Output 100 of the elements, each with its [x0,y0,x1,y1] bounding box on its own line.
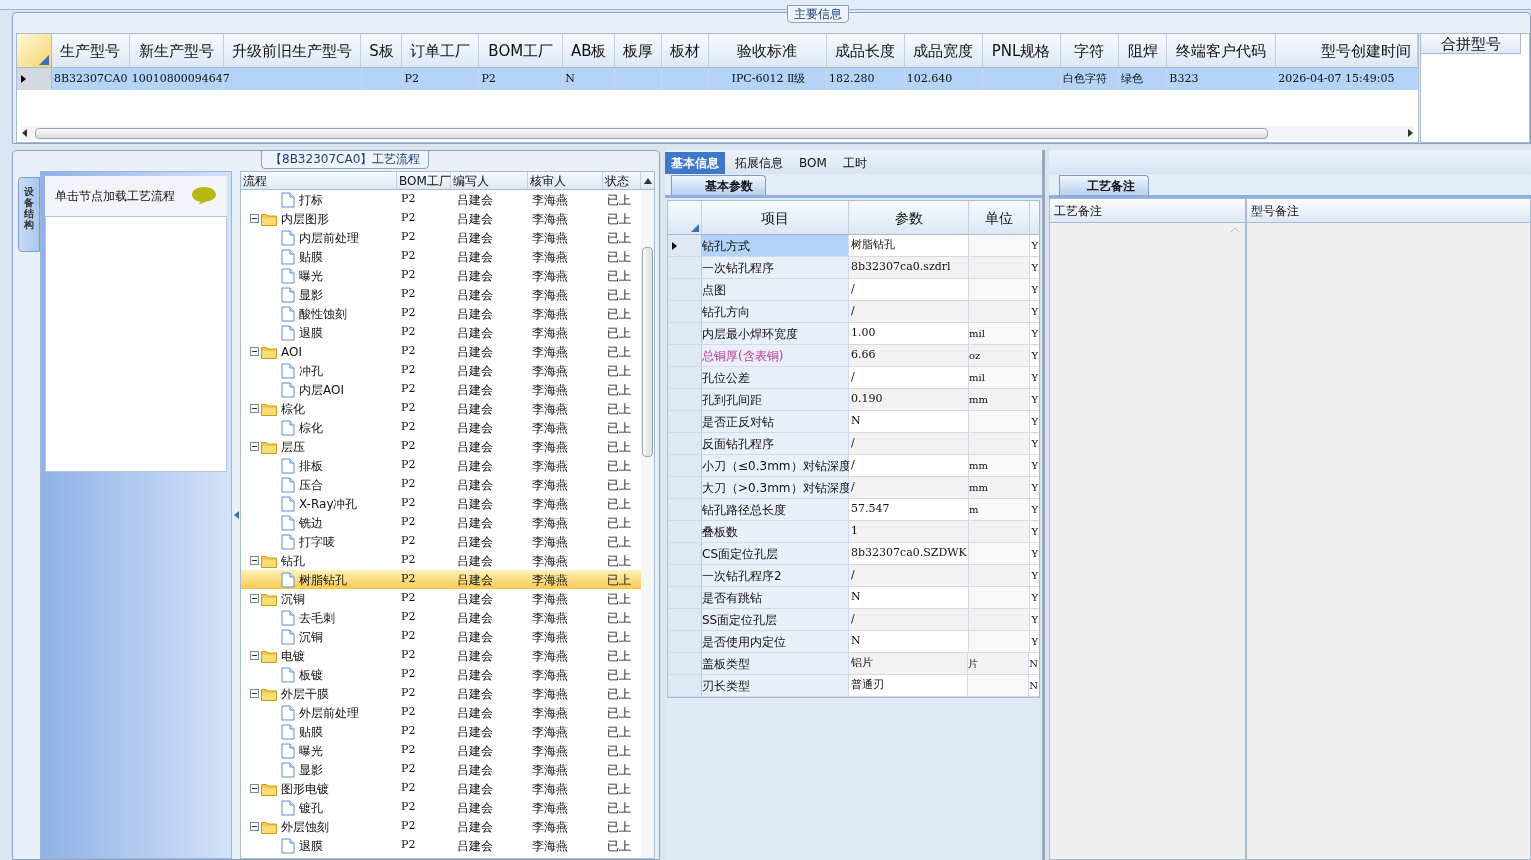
column-header[interactable]: 字符 [1060,34,1120,67]
column-header[interactable]: 项目 [702,201,849,234]
tree-node-label[interactable]: 电镀 [281,646,305,665]
column-header[interactable]: 成品宽度 [904,34,983,67]
tree-node-label[interactable]: 内层前处理 [299,228,359,247]
parameter-row[interactable]: 是否使用内定位 N Y [668,631,1039,653]
column-header[interactable]: 升级前旧生产型号 [223,34,362,67]
column-header[interactable]: 单位 [969,201,1030,234]
column-header[interactable]: 状态 [603,172,641,189]
tree-node-label[interactable]: 贴膜 [299,247,323,266]
column-header[interactable]: 合拼型号 [1421,34,1521,54]
scroll-left-icon[interactable] [21,129,29,137]
column-header[interactable]: 流程 [241,172,397,189]
tree-node-label[interactable]: 板镀 [299,665,323,684]
tree-node-label[interactable]: 棕化 [299,418,323,437]
tab[interactable]: BOM [793,152,833,174]
parameter-row[interactable]: 叠板数 1 Y [668,521,1039,543]
tree-node-label[interactable]: 退膜 [299,323,323,342]
column-header[interactable]: 订单工厂 [402,34,480,67]
tree-node-label[interactable]: 外层干膜 [281,684,329,703]
collapse-icon[interactable] [250,556,259,565]
parameter-row[interactable]: 盖板类型 铝片 片 N [668,653,1039,675]
tab[interactable]: 基本信息 [665,152,725,174]
horizontal-scrollbar[interactable] [21,126,1414,140]
column-header[interactable]: 板材 [662,34,709,67]
parameter-row[interactable]: 孔到孔间距 0.190 mm Y [668,389,1039,411]
column-header[interactable]: 成品长度 [826,34,905,67]
tree-node-label[interactable]: X-Ray冲孔 [299,494,358,513]
data-row[interactable]: 8B32307CA0 10010800094647 P2 P2 N IPC-6012 Ⅱ级 182.280 102.640 白色字符 绿色 B323 2026-04-07 15:49:05 [17,68,1418,90]
parameter-row[interactable]: 大刀（>0.3mm）对钻深度/ mm Y [668,477,1039,499]
tree-node-label[interactable]: 沉铜 [281,589,305,608]
tree-node-label[interactable]: 曝光 [299,266,323,285]
parameter-row[interactable]: 是否正反对钻 N Y [668,411,1039,433]
column-header[interactable]: 验收标准 [709,34,827,67]
tab[interactable]: 工艺备注 [1059,175,1149,195]
parameter-row[interactable]: 孔位公差 / mil Y [668,367,1039,389]
parameter-row[interactable]: 一次钻孔程序2 / Y [668,565,1039,587]
select-all-corner[interactable] [17,34,52,67]
column-header[interactable]: 新生产型号 [129,34,224,67]
scroll-up-icon[interactable] [643,177,652,184]
parameter-row[interactable]: 是否有跳钻 N Y [668,587,1039,609]
tree-node-label[interactable]: 酸性蚀刻 [299,304,347,323]
tree-node-label[interactable]: 棕化 [281,399,305,418]
selected-tree-row[interactable]: 树脂钻孔 P2 吕建会 李海燕 已上 [241,570,641,589]
tree-node-label[interactable]: 内层图形 [281,209,329,228]
collapse-icon[interactable] [250,784,259,793]
column-header[interactable]: 核审人 [528,172,603,189]
tree-node-label[interactable]: 排板 [299,456,323,475]
parameter-row[interactable]: 反面钻孔程序 / Y [668,433,1039,455]
parameter-row[interactable]: 小刀（≤0.3mm）对钻深度/ mm Y [668,455,1039,477]
tree-node-label[interactable]: 显影 [299,760,323,779]
parameter-row[interactable]: SS面定位孔层 / Y [668,609,1039,631]
parameter-row[interactable]: 钻孔方向 / Y [668,301,1039,323]
parameter-row[interactable]: 内层最小焊环宽度 1.00 mil Y [668,323,1039,345]
collapse-icon[interactable] [250,689,259,698]
collapse-icon[interactable] [250,214,259,223]
scroll-right-icon[interactable] [1406,129,1414,137]
column-header[interactable]: S板 [361,34,403,67]
parameter-row[interactable]: CS面定位孔层 8b32307ca0.SZDWK Y [668,543,1039,565]
column-header[interactable]: 终端客户代码 [1167,34,1277,67]
tree-node-label[interactable]: 沉铜 [299,627,323,646]
tree-node-label[interactable]: 显影 [299,285,323,304]
column-header[interactable]: BOM工厂 [479,34,564,67]
tab[interactable]: 工时 [836,152,873,174]
column-header[interactable]: 参数 [849,201,969,234]
column-header[interactable]: PNL规格 [982,34,1061,67]
tree-node-label[interactable]: 退膜 [299,836,323,855]
column-header[interactable]: AB板 [563,34,616,67]
collapse-icon[interactable] [250,442,259,451]
tree-node-label[interactable]: 镀孔 [299,798,323,817]
tree-node-label[interactable]: 曝光 [299,741,323,760]
parameter-row[interactable]: 钻孔方式 树脂钻孔 Y [668,235,1039,257]
column-header[interactable]: 编写人 [451,172,528,189]
tree-node-label[interactable]: 冲孔 [299,361,323,380]
collapse-icon[interactable] [250,651,259,660]
tree-node-label[interactable]: 图形电镀 [281,779,329,798]
collapse-icon[interactable] [250,404,259,413]
tab[interactable]: 拓展信息 [729,152,789,174]
tab[interactable]: 基本参数 [671,175,766,195]
tree-node-label[interactable]: 外层前处理 [299,703,359,722]
collapse-icon[interactable] [250,347,259,356]
scroll-thumb[interactable] [35,127,1268,139]
tree-node-label[interactable]: 钻孔 [281,551,305,570]
tree-node-label[interactable]: 打标 [299,190,323,209]
column-header[interactable]: 板厚 [615,34,663,67]
tree-node-label[interactable]: 层压 [281,437,305,456]
parameter-row[interactable]: 刃长类型 普通刃 N [668,675,1039,697]
parameter-row[interactable]: 钻孔路径总长度 57.547 m Y [668,499,1039,521]
tree-node-label[interactable]: 外层蚀刻 [281,817,329,836]
parameter-row[interactable]: 点图 / Y [668,279,1039,301]
column-header[interactable]: BOM工厂 [397,172,451,189]
scroll-thumb[interactable] [642,247,653,457]
tree-node-label[interactable]: 铣边 [299,513,323,532]
tree-node-label[interactable]: AOI [281,342,302,361]
parameter-row[interactable]: 一次钻孔程序 8b32307ca0.szdrl Y [668,257,1039,279]
tree-node-label[interactable]: 打字唛 [299,532,335,551]
column-header[interactable]: 型号创建时间 [1276,34,1418,67]
vertical-tab[interactable]: 设备结构 [18,177,40,252]
tree-node-label[interactable]: 贴膜 [299,722,323,741]
tree-node-label[interactable]: 去毛刺 [299,608,335,627]
